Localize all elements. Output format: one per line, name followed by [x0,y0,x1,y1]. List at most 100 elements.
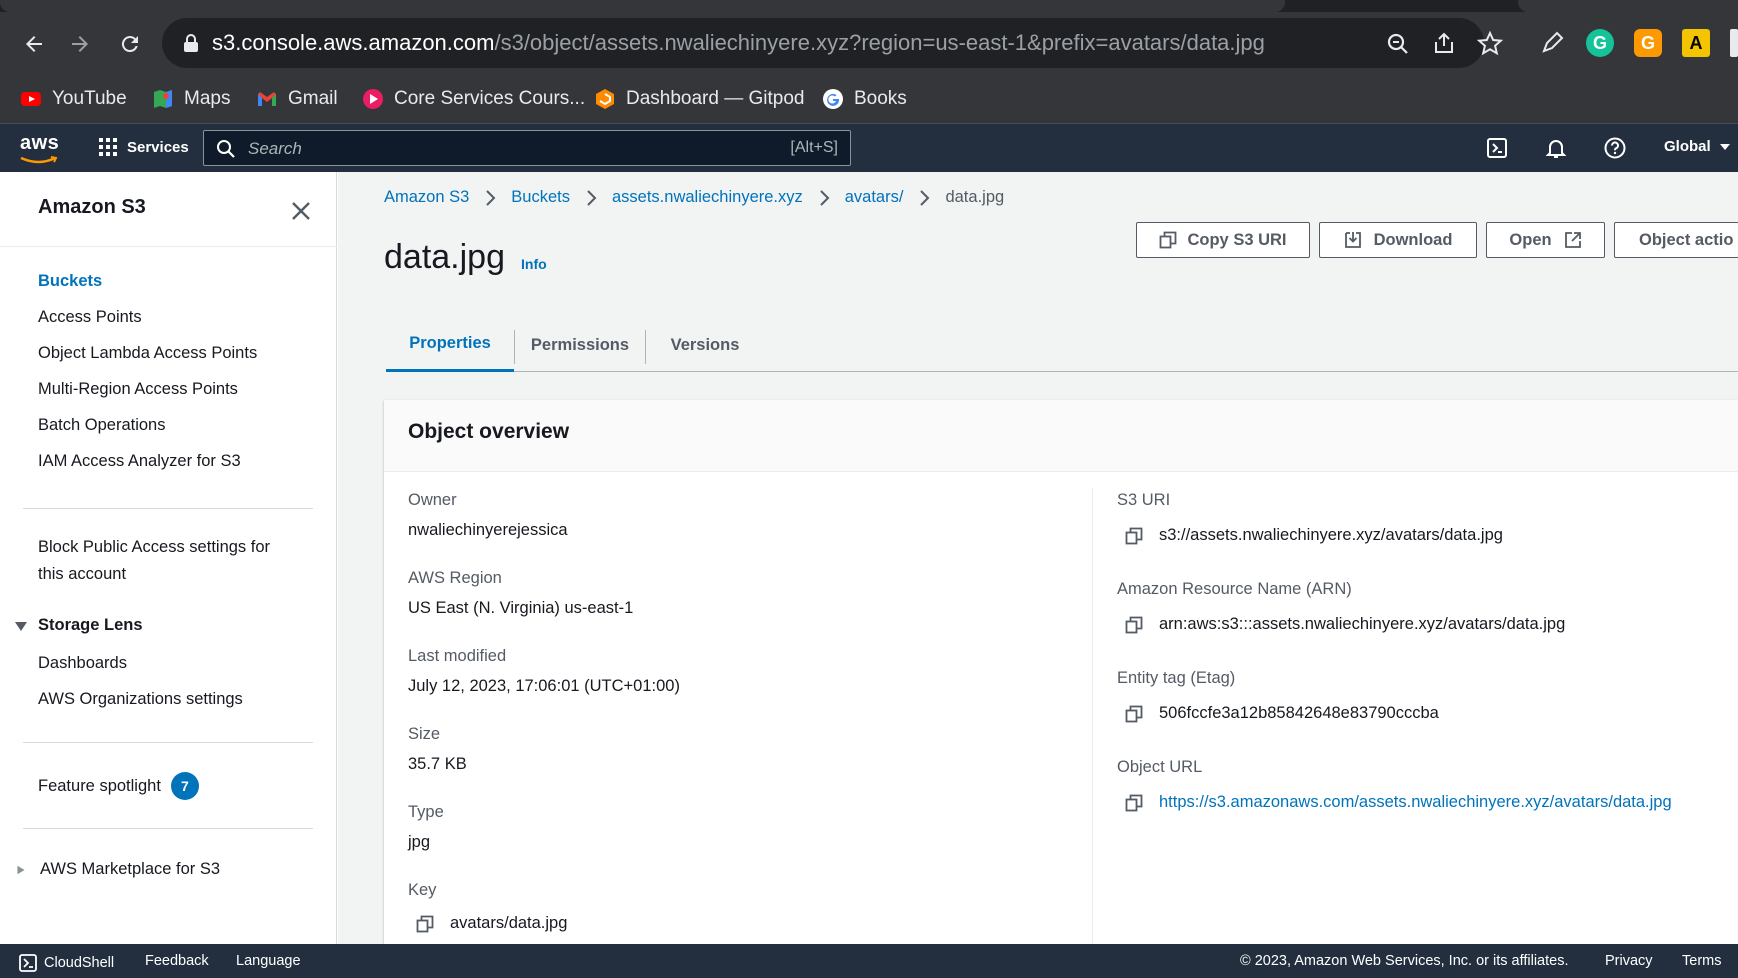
key-label: Key [408,881,437,899]
forward-button[interactable] [60,24,100,64]
s3-uri-label: S3 URI [1117,491,1171,509]
feedback-link[interactable]: Feedback [145,953,209,969]
services-menu-button[interactable]: Services [99,138,189,156]
divider [23,828,313,829]
lock-icon [184,34,198,52]
sidebar-item-access-points[interactable]: Access Points [38,308,142,327]
terms-link[interactable]: Terms [1682,953,1721,969]
breadcrumb-amazon-s3[interactable]: Amazon S3 [384,188,469,207]
breadcrumb: Amazon S3 Buckets assets.nwaliechinyere.… [384,188,1004,207]
panel-title: Object overview [408,420,570,443]
copy-s3-uri-button[interactable]: Copy S3 URI [1136,222,1310,258]
gitpod-extension-icon[interactable]: G [1634,29,1662,57]
bookmark-maps[interactable]: Maps [152,84,230,114]
owner-value: nwaliechinyerejessica [408,521,568,539]
copy-icon[interactable] [1125,705,1143,723]
back-button[interactable] [14,24,54,64]
copy-icon[interactable] [1125,527,1143,545]
address-bar[interactable]: s3.console.aws.amazon.com/s3/object/asse… [162,18,1504,68]
active-tab[interactable] [0,0,1285,12]
arrow-right-icon [72,36,88,52]
button-label: Open [1509,230,1552,249]
chevron-right-icon [587,189,597,206]
bookmark-gitpod[interactable]: Dashboard — Gitpod [594,84,805,114]
sidebar-item-buckets[interactable]: Buckets [38,272,102,291]
play-circle-icon [362,88,384,110]
cloudshell-icon [19,954,37,972]
close-icon[interactable] [290,200,312,222]
sidebar-item-aws-organizations[interactable]: AWS Organizations settings [38,690,243,709]
object-url-link[interactable]: https://s3.amazonaws.com/assets.nwaliech… [1159,793,1672,812]
bell-icon[interactable] [1544,136,1568,160]
sidebar-item-batch-operations[interactable]: Batch Operations [38,416,166,435]
divider [0,246,337,247]
aws-top-nav: aws Services Search [Alt+S] Global [0,124,1738,172]
button-label: Copy S3 URI [1187,230,1287,249]
cloudshell-button[interactable]: CloudShell [18,953,114,973]
sidebar-item-object-lambda[interactable]: Object Lambda Access Points [38,344,257,363]
size-value: 35.7 KB [408,755,467,773]
language-link[interactable]: Language [236,953,301,969]
warning-extension-icon[interactable]: A [1682,29,1710,57]
grammarly-icon[interactable]: G [1586,29,1614,57]
open-button[interactable]: Open [1486,222,1605,258]
region-value: US East (N. Virginia) us-east-1 [408,599,634,617]
sidebar-item-multi-region[interactable]: Multi-Region Access Points [38,380,238,399]
copy-icon[interactable] [1125,616,1143,634]
bookmark-youtube[interactable]: YouTube [20,84,127,114]
help-icon[interactable] [1603,136,1627,160]
divider [23,742,313,743]
caret-down-icon [15,621,27,631]
caret-down-icon [1719,143,1730,150]
bookmarks-bar: YouTube Maps Gmail Core Services Cours..… [0,74,1738,124]
reload-button[interactable] [110,24,150,64]
cloudshell-icon[interactable] [1485,136,1509,160]
browser-tabstrip [0,0,1738,12]
star-icon[interactable] [1476,30,1504,58]
region-selector[interactable]: Global [1664,138,1731,155]
sidebar-item-dashboards[interactable]: Dashboards [38,654,127,673]
type-label: Type [408,803,444,821]
bookmark-label: Maps [184,88,231,109]
search-input[interactable]: Search [Alt+S] [203,130,851,166]
download-button[interactable]: Download [1319,222,1477,258]
breadcrumb-bucket[interactable]: assets.nwaliechinyere.xyz [612,188,803,207]
extension-icon[interactable] [1730,29,1738,57]
key-text: avatars/data.jpg [450,914,568,932]
main-content: Amazon S3 Buckets assets.nwaliechinyere.… [338,172,1738,944]
sidebar-item-iam-analyzer[interactable]: IAM Access Analyzer for S3 [38,452,241,471]
sidebar-item-label: this account [38,565,127,583]
breadcrumb-folder[interactable]: avatars/ [845,188,904,207]
section-label: Storage Lens [38,616,143,634]
notification-badge: 7 [170,772,199,800]
info-link[interactable]: Info [521,256,547,272]
bookmark-core-services[interactable]: Core Services Cours... [362,84,585,114]
arrow-left-icon [26,36,42,52]
bookmark-label: Books [854,88,907,109]
marketplace-toggle[interactable]: AWS Marketplace for S3 [14,860,220,879]
privacy-link[interactable]: Privacy [1605,953,1653,969]
bookmark-gmail[interactable]: Gmail [256,84,338,114]
copy-icon[interactable] [1125,794,1143,812]
sidebar-item-block-public-access[interactable]: Block Public Access settings for this ac… [38,538,270,584]
etag-text: 506fccfe3a12b85842648e83790cccba [1159,704,1439,722]
aws-logo[interactable]: aws [20,132,59,155]
storage-lens-toggle[interactable]: Storage Lens [14,616,143,635]
tab-versions[interactable]: Versions [646,318,764,372]
tab-permissions[interactable]: Permissions [515,318,645,372]
bookmark-books[interactable]: Books [822,84,907,114]
tab-list: Properties Permissions Versions [386,318,1738,372]
pen-extension-icon[interactable] [1538,29,1566,57]
services-label: Services [127,138,189,156]
sidebar-item-label: Block Public Access settings for [38,538,271,556]
copy-icon[interactable] [416,915,434,933]
share-icon[interactable] [1430,30,1458,58]
sidebar-item-label: Feature spotlight [38,776,161,795]
zoom-icon[interactable] [1384,30,1412,58]
sidebar-item-feature-spotlight[interactable]: Feature spotlight 7 [38,772,199,800]
object-url-label: Object URL [1117,758,1203,776]
tab[interactable] [1518,0,1738,12]
breadcrumb-buckets[interactable]: Buckets [511,188,570,207]
tab-properties[interactable]: Properties [386,318,514,372]
object-actions-button[interactable]: Object actio [1614,222,1738,258]
